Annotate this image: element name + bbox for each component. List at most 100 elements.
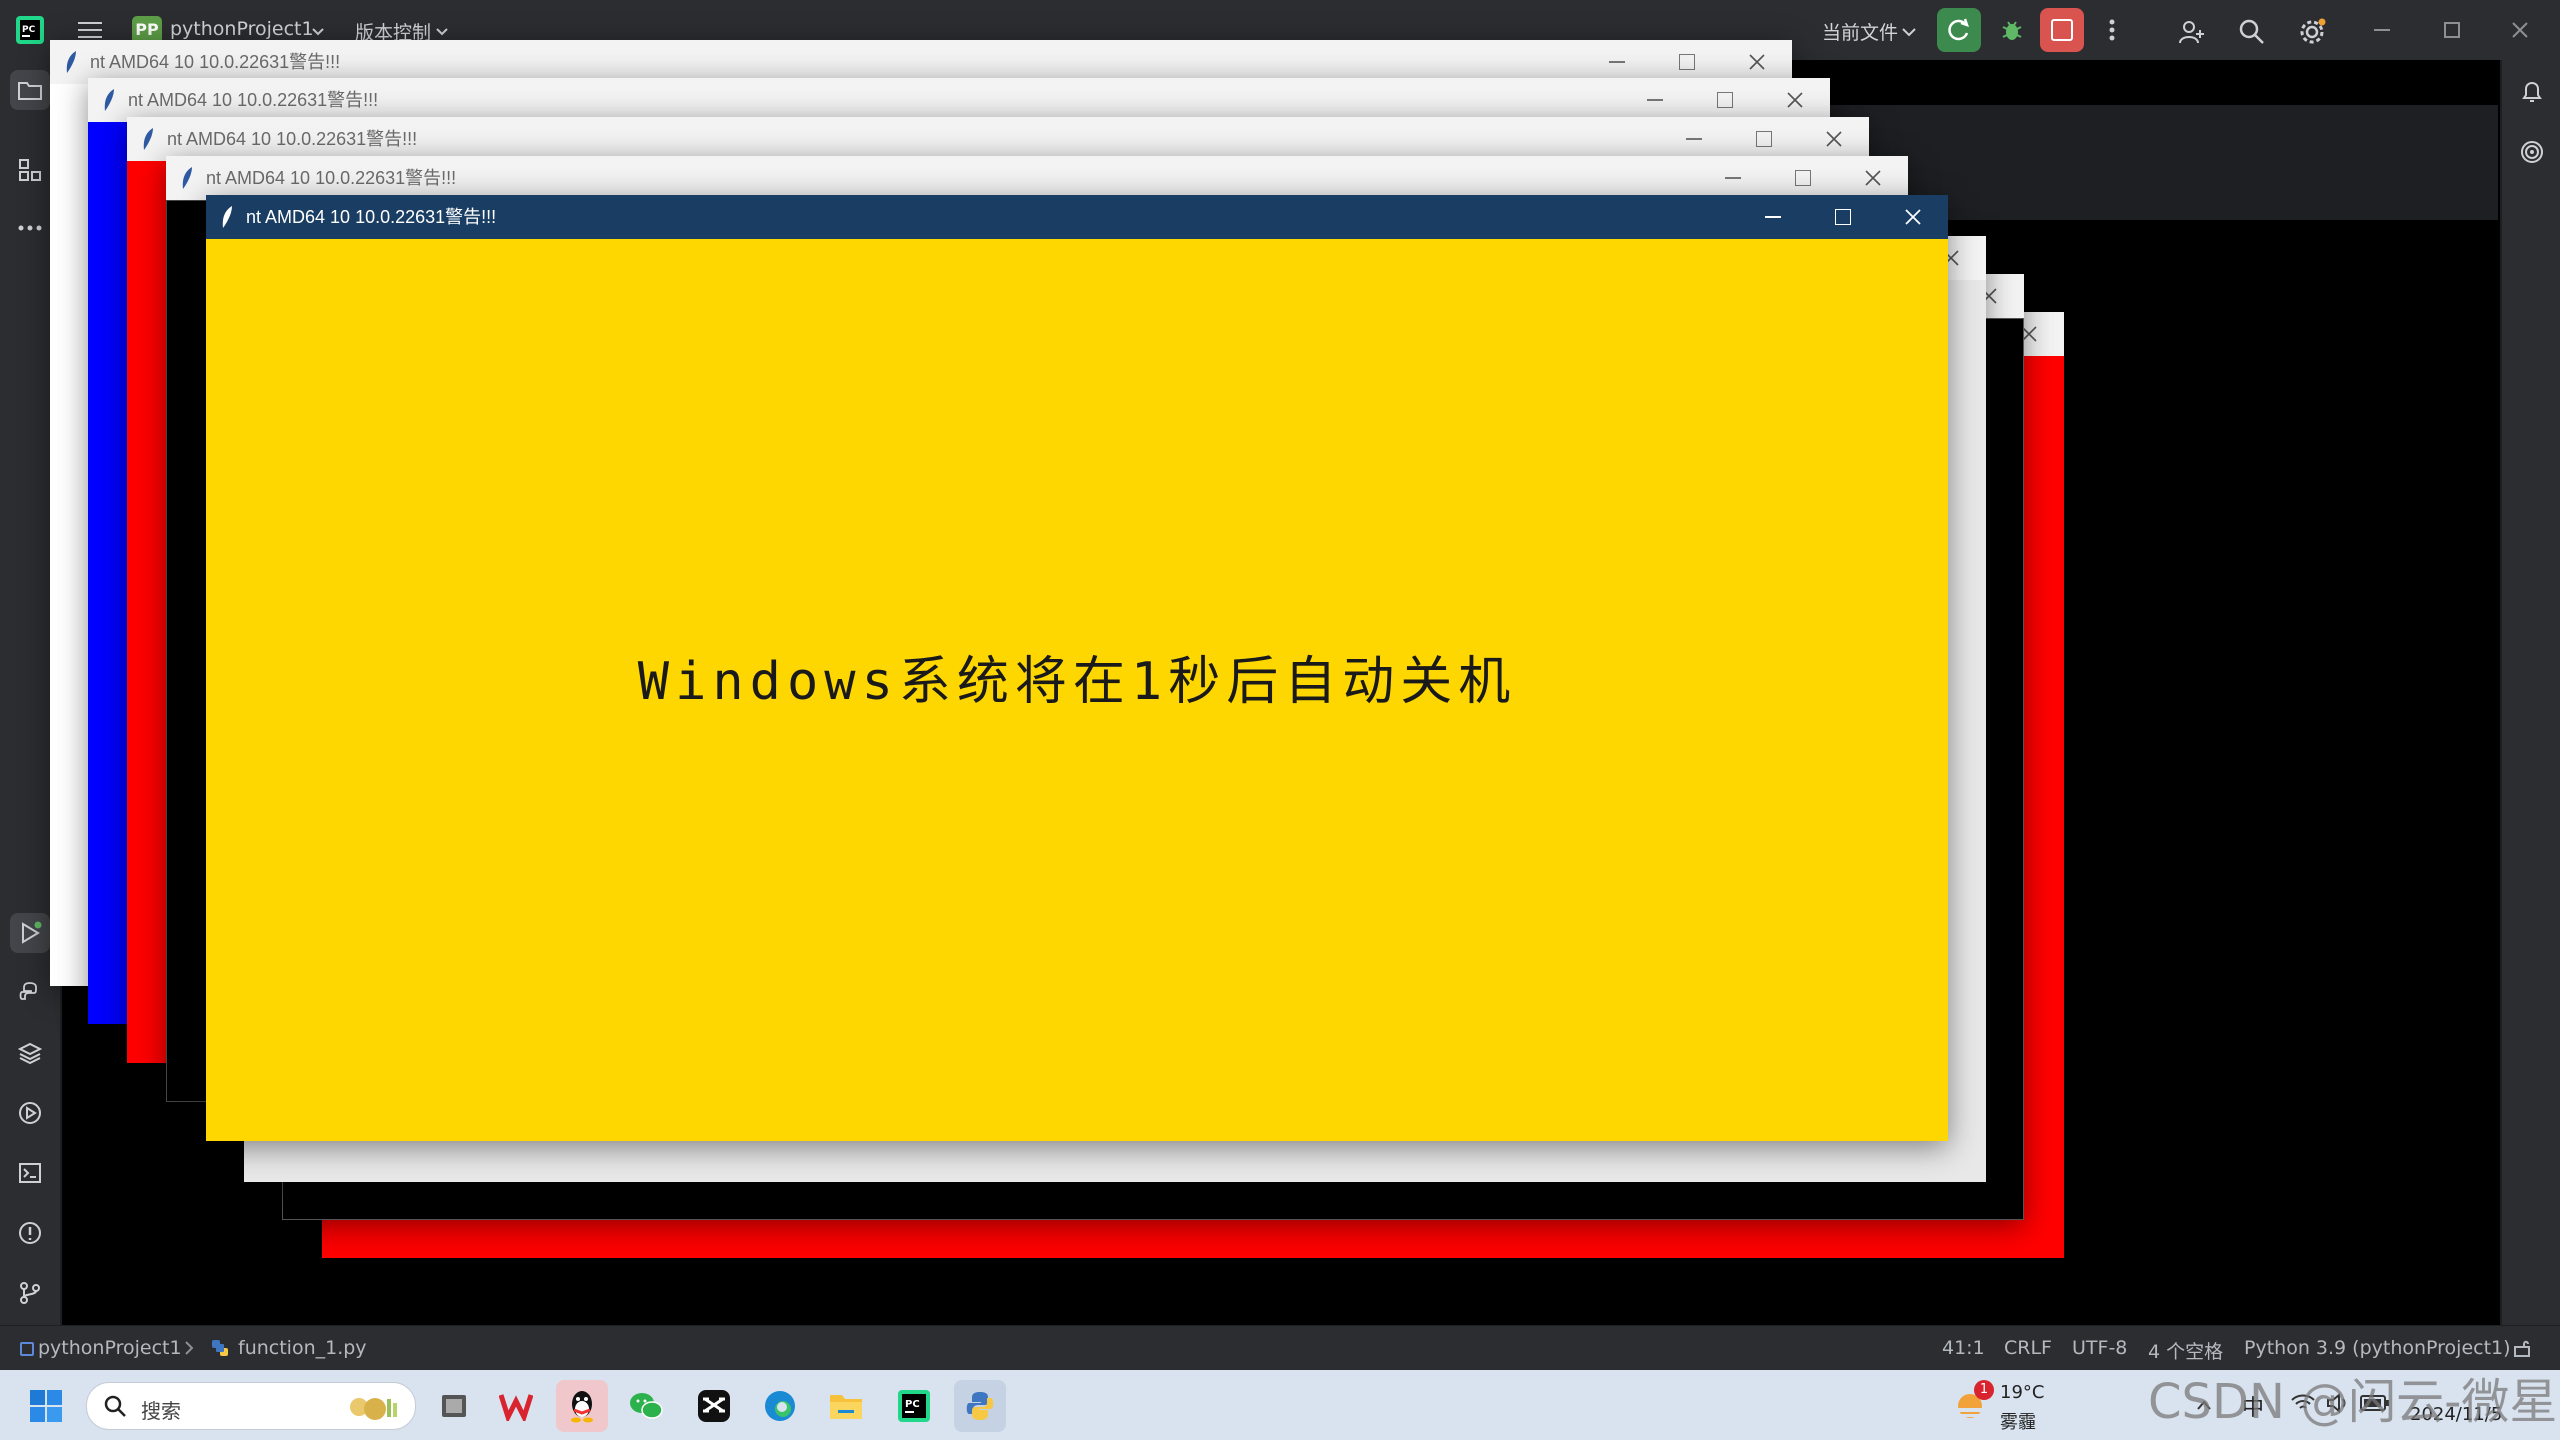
minimize-icon [1725, 177, 1741, 179]
services-icon[interactable] [10, 1093, 50, 1133]
rerun-icon[interactable] [1937, 8, 1981, 52]
chevron-down-icon [1902, 22, 1916, 41]
module-icon [20, 1342, 34, 1356]
minimize-ide-icon[interactable] [2362, 12, 2402, 48]
terminal-icon[interactable] [10, 1153, 50, 1193]
minimize-button[interactable] [1738, 195, 1808, 239]
breadcrumb-file[interactable]: function_1.py [238, 1337, 367, 1359]
close-ide-icon[interactable] [2500, 12, 2540, 48]
close-icon [1749, 54, 1765, 70]
git-branch-icon[interactable] [10, 1273, 50, 1313]
taskbar-search-box[interactable]: 搜索 [86, 1382, 416, 1430]
weather-desc: 雾霾 [2000, 1412, 2036, 1433]
feather-icon [66, 51, 76, 73]
maximize-icon [1717, 92, 1733, 108]
weather-badge: 1 [1974, 1380, 1994, 1400]
debug-icon[interactable] [1990, 8, 2034, 52]
python-app-icon[interactable] [954, 1380, 1006, 1432]
close-button[interactable] [1760, 78, 1830, 122]
task-view-icon[interactable] [432, 1384, 476, 1428]
wechat-icon[interactable] [624, 1384, 668, 1428]
maximize-icon [1756, 131, 1772, 147]
window-title: nt AMD64 10 10.0.22631警告!!! [167, 129, 418, 149]
maximize-icon [1795, 170, 1811, 186]
python-interpreter[interactable]: Python 3.9 (pythonProject1) [2244, 1337, 2511, 1359]
weather-temp: 19°C [2000, 1382, 2045, 1403]
python-console-icon[interactable] [10, 973, 50, 1013]
close-icon [1865, 170, 1881, 186]
window-title: nt AMD64 10 10.0.22631警告!!! [206, 168, 457, 188]
wps-icon[interactable] [494, 1384, 538, 1428]
shutdown-warning-message: Windows系统将在1秒后自动关机 [637, 652, 1517, 712]
close-button[interactable] [1878, 195, 1948, 239]
close-icon [1826, 131, 1842, 147]
chevron-down-icon [436, 22, 448, 41]
stop-button[interactable] [2040, 8, 2084, 52]
window-body-yellow: Windows系统将在1秒后自动关机 [206, 239, 1948, 1141]
add-user-icon[interactable] [2172, 12, 2212, 52]
breadcrumb-project[interactable]: pythonProject1 [38, 1337, 182, 1359]
maximize-icon [1835, 209, 1851, 225]
project-selector[interactable]: pythonProject1 [170, 18, 314, 40]
maximize-icon [1679, 54, 1695, 70]
warning-window-active[interactable]: nt AMD64 10 10.0.22631警告!!! Windows系统将在1… [206, 195, 1948, 1141]
minimize-button[interactable] [1659, 117, 1729, 161]
breadcrumb-separator-icon [184, 1339, 194, 1361]
ai-assistant-icon[interactable] [2512, 132, 2552, 172]
edge-browser-icon[interactable] [758, 1384, 802, 1428]
indent-setting[interactable]: 4 个空格 [2148, 1337, 2223, 1364]
search-icon [103, 1394, 127, 1422]
weather-icon[interactable]: 1 [1952, 1380, 1994, 1428]
feather-icon [104, 89, 114, 111]
windows-start-icon[interactable] [26, 1386, 66, 1426]
pycharm-taskbar-icon[interactable]: PC [892, 1384, 936, 1428]
layers-icon[interactable] [10, 1033, 50, 1073]
project-folder-icon[interactable] [10, 70, 50, 110]
run-tool-icon[interactable] [10, 913, 50, 953]
window-title: nt AMD64 10 10.0.22631警告!!! [128, 90, 379, 110]
structure-icon[interactable] [10, 150, 50, 190]
minimize-button[interactable] [1698, 156, 1768, 200]
line-separator[interactable]: CRLF [2004, 1337, 2052, 1359]
capcut-icon[interactable] [692, 1384, 736, 1428]
minimize-icon [1686, 138, 1702, 140]
more-actions-icon[interactable] [2094, 12, 2130, 48]
minimize-button[interactable] [1620, 78, 1690, 122]
stop-icon [2051, 19, 2073, 41]
search-icon[interactable] [2232, 12, 2272, 52]
minimize-icon [1647, 99, 1663, 101]
svg-text:PC: PC [905, 1399, 920, 1410]
qq-icon[interactable] [556, 1380, 608, 1432]
file-encoding[interactable]: UTF-8 [2072, 1337, 2127, 1359]
file-explorer-icon[interactable] [824, 1384, 868, 1428]
maximize-button[interactable] [1768, 156, 1838, 200]
minimize-icon [1765, 216, 1781, 218]
close-button[interactable] [1838, 156, 1908, 200]
search-highlight-icon [337, 1389, 403, 1427]
csdn-watermark: CSDN @闪云-微星 [2148, 1374, 2558, 1430]
svg-text:PC: PC [22, 25, 36, 35]
close-icon [1905, 209, 1921, 225]
window-title: nt AMD64 10 10.0.22631警告!!! [246, 207, 497, 227]
run-config-selector[interactable]: 当前文件 [1822, 18, 1898, 45]
feather-icon [222, 206, 232, 228]
feather-icon [182, 167, 192, 189]
right-tool-strip [2500, 60, 2560, 1325]
problems-icon[interactable] [10, 1213, 50, 1253]
chevron-down-icon [312, 22, 324, 41]
maximize-button[interactable] [1729, 117, 1799, 161]
minimize-icon [1609, 61, 1625, 63]
notifications-bell-icon[interactable] [2512, 72, 2552, 112]
settings-gear-icon[interactable] [2292, 12, 2332, 52]
close-button[interactable] [1799, 117, 1869, 161]
close-icon [1787, 92, 1803, 108]
more-tools-icon[interactable] [10, 208, 50, 248]
restore-ide-icon[interactable] [2432, 12, 2472, 48]
lock-icon[interactable] [2512, 1338, 2532, 1363]
maximize-button[interactable] [1690, 78, 1760, 122]
python-file-icon [210, 1338, 230, 1363]
pycharm-logo-icon[interactable]: PC [14, 14, 46, 46]
search-placeholder: 搜索 [141, 1399, 181, 1423]
caret-position[interactable]: 41:1 [1942, 1337, 1985, 1359]
maximize-button[interactable] [1808, 195, 1878, 239]
